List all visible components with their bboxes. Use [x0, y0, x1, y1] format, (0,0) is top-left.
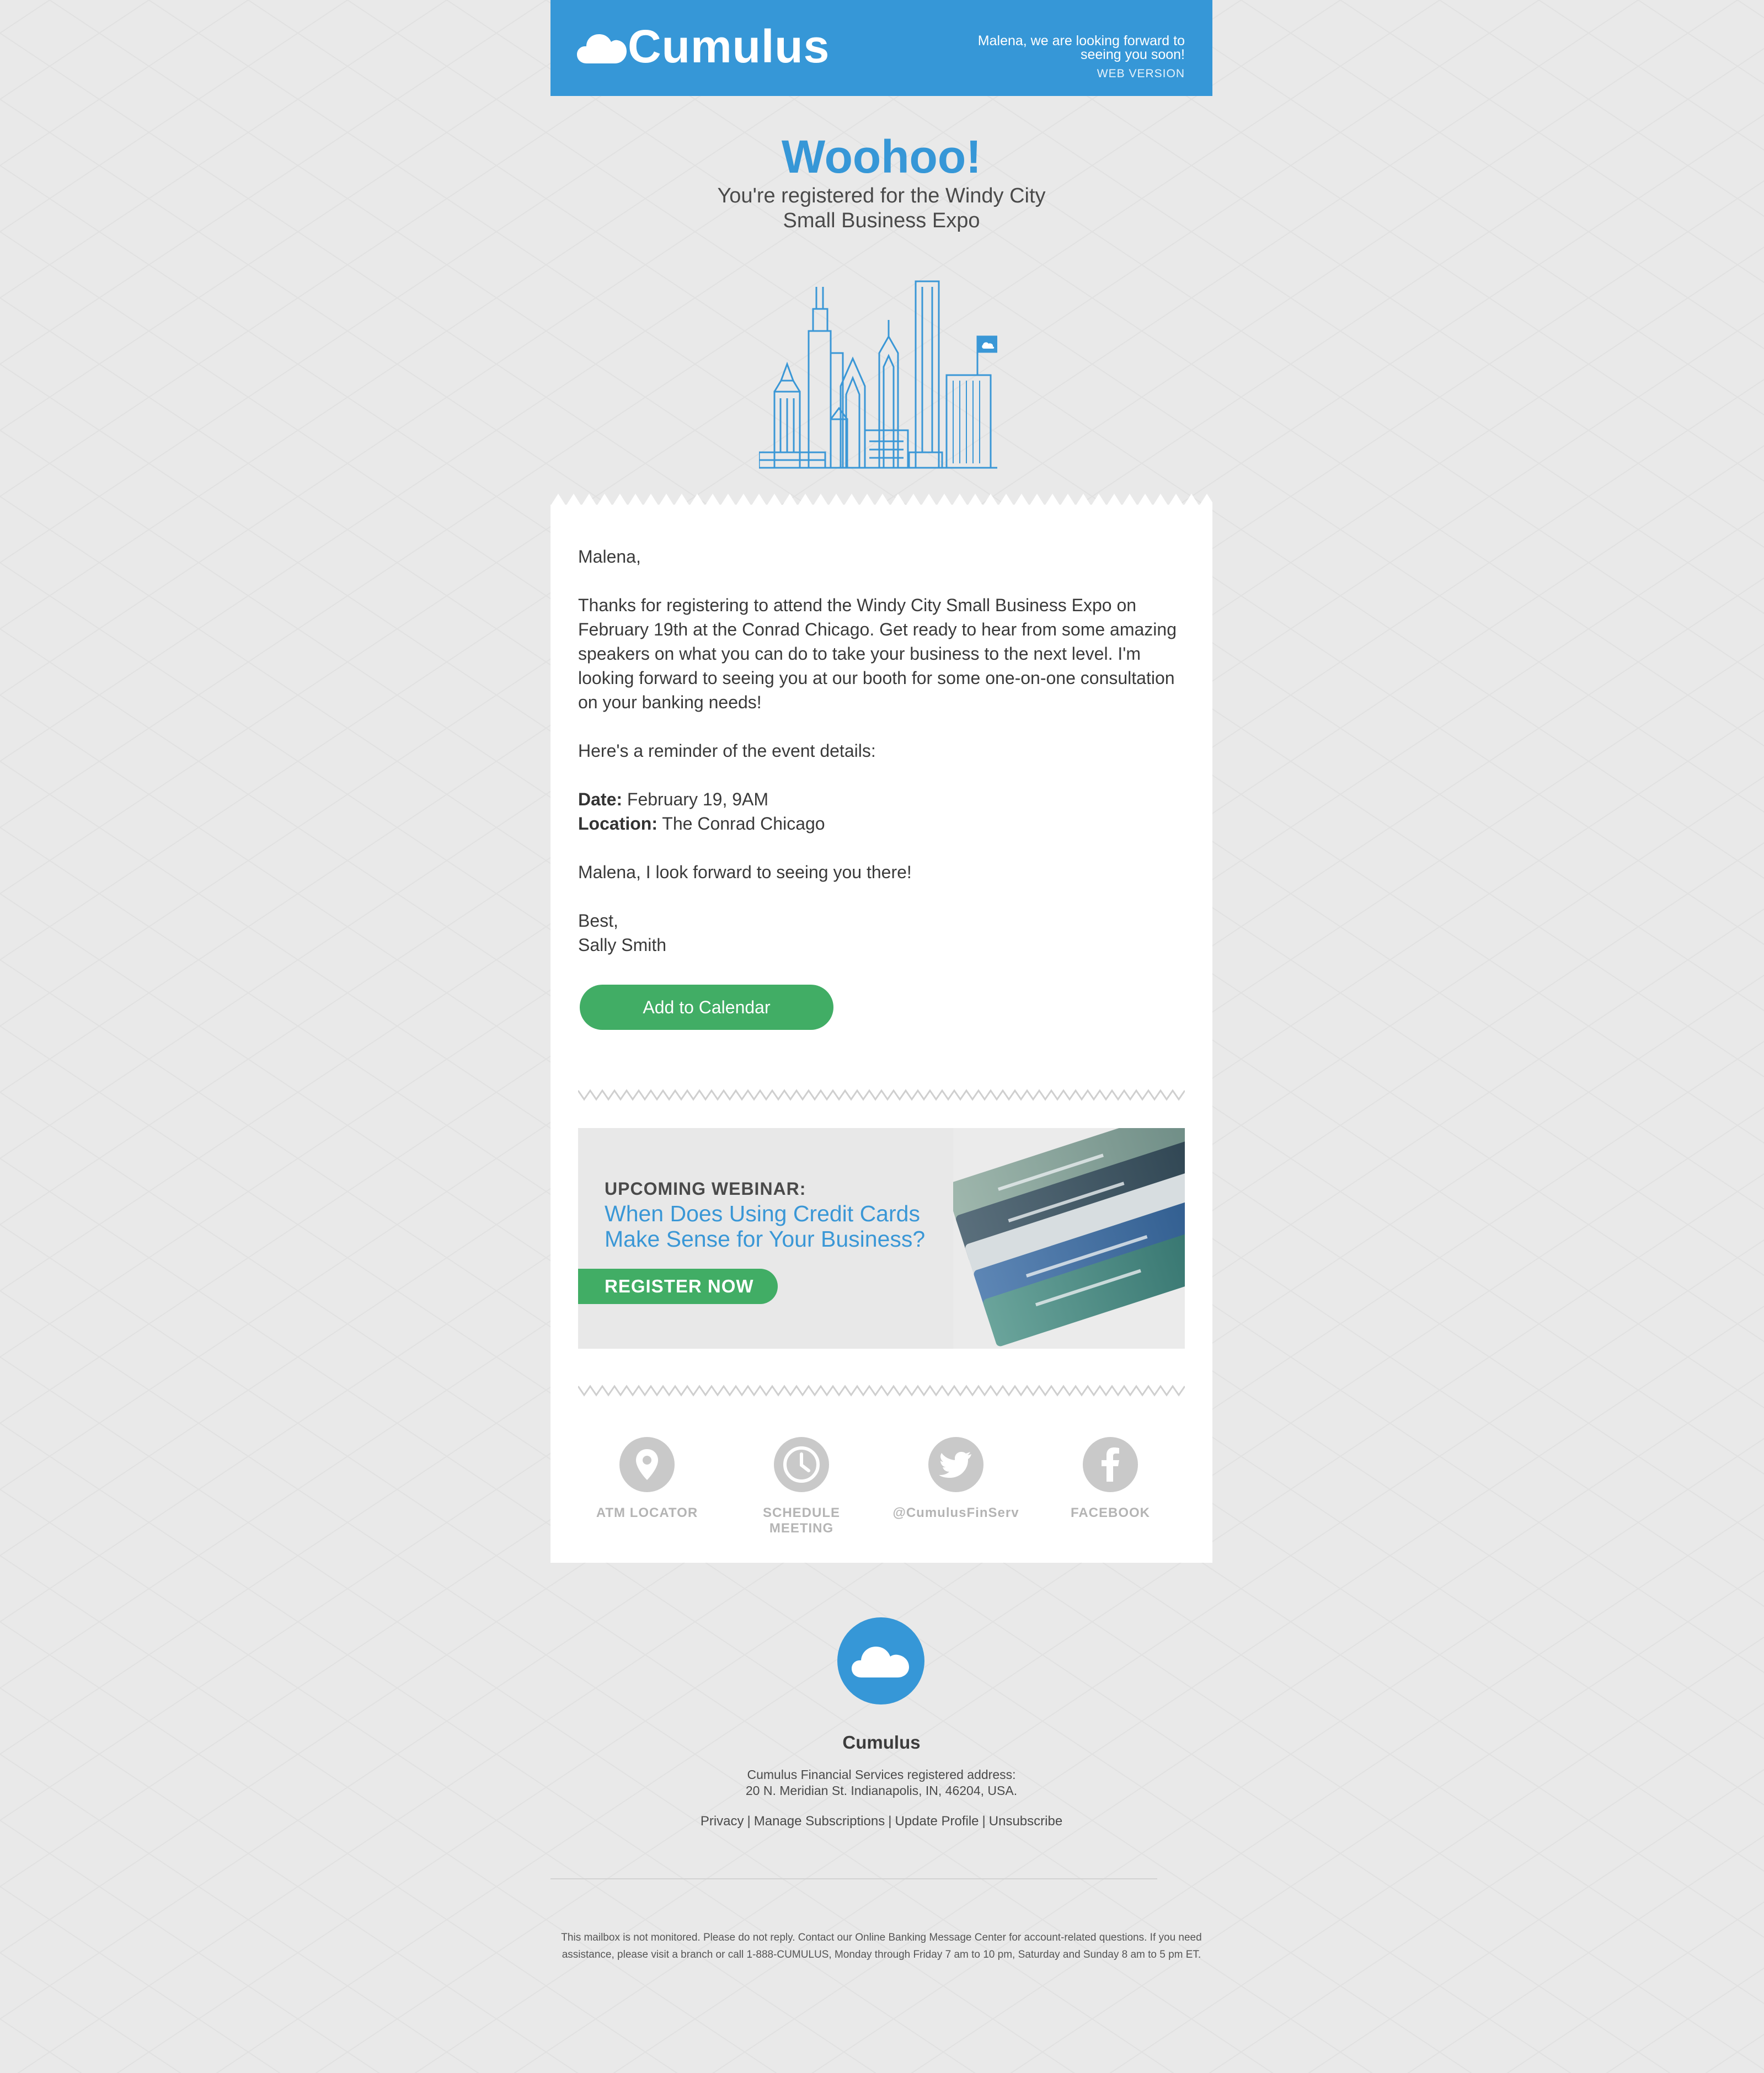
- city-skyline-icon: [759, 280, 997, 469]
- greeting: Malena,: [578, 547, 641, 567]
- facebook-link[interactable]: FACEBOOK: [1044, 1437, 1177, 1521]
- register-now-button[interactable]: REGISTER NOW: [578, 1269, 778, 1304]
- address-line-2: 20 N. Meridian St. Indianapolis, IN, 462…: [745, 1783, 1018, 1798]
- intro-paragraph: Thanks for registering to attend the Win…: [578, 595, 1177, 712]
- manage-subscriptions-link[interactable]: Manage Subscriptions: [754, 1814, 885, 1829]
- letter-body: Malena, Thanks for registering to attend…: [578, 544, 1185, 981]
- reminder-text: Here's a reminder of the event details:: [578, 741, 876, 761]
- event-details: Date: February 19, 9AM Location: The Con…: [578, 787, 1185, 836]
- footer-divider: [550, 1878, 1157, 1879]
- disclaimer-text: This mailbox is not monitored. Please do…: [561, 1932, 1202, 1960]
- unsubscribe-link[interactable]: Unsubscribe: [989, 1814, 1062, 1829]
- address-line-1: Cumulus Financial Services registered ad…: [747, 1767, 1016, 1782]
- schedule-meeting-link[interactable]: SCHEDULE MEETING: [735, 1437, 868, 1536]
- date-label: Date:: [578, 789, 623, 809]
- hero-subtitle: You're registered for the Windy City Sma…: [717, 184, 1046, 232]
- zigzag-edge: [550, 494, 1212, 506]
- link-separator: |: [747, 1814, 751, 1829]
- footer-links: Privacy | Manage Subscriptions | Update Prof…: [550, 1814, 1212, 1829]
- webinar-title: When Does Using Credit Cards Make Sense …: [605, 1201, 926, 1252]
- social-label: FACEBOOK: [1070, 1505, 1150, 1520]
- map-pin-icon: [619, 1437, 675, 1492]
- twitter-icon: [928, 1437, 983, 1492]
- social-label: @CumulusFinServ: [892, 1505, 1019, 1520]
- social-label: ATM LOCATOR: [596, 1505, 698, 1520]
- social-links: ATM LOCATOR SCHEDULE MEETING @CumulusFin…: [578, 1437, 1185, 1547]
- clock-icon: [774, 1437, 829, 1492]
- closing-line: Malena, I look forward to seeing you the…: [578, 862, 912, 882]
- hero-title: Woohoo!: [781, 131, 982, 183]
- privacy-link[interactable]: Privacy: [701, 1814, 744, 1829]
- brand-name: Cumulus: [628, 20, 830, 72]
- header-message-block: Malena, we are looking forward to seeing…: [975, 34, 1185, 81]
- zigzag-divider: [578, 1385, 1185, 1397]
- footer-address: Cumulus Financial Services registered ad…: [550, 1767, 1212, 1799]
- credit-cards-image: [953, 1128, 1185, 1349]
- link-separator: |: [982, 1814, 986, 1829]
- atm-locator-link[interactable]: ATM LOCATOR: [581, 1437, 713, 1521]
- letter-card: Malena, Thanks for registering to attend…: [550, 494, 1212, 1563]
- update-profile-link[interactable]: Update Profile: [895, 1814, 979, 1829]
- location-value: The Conrad Chicago: [662, 814, 825, 834]
- location-label: Location:: [578, 814, 658, 834]
- signature-block: Best, Sally Smith: [578, 909, 1185, 957]
- footer-logo[interactable]: [837, 1617, 924, 1705]
- facebook-icon: [1083, 1437, 1138, 1492]
- cloud-icon: [577, 34, 627, 63]
- link-separator: |: [888, 1814, 892, 1829]
- web-version-link[interactable]: WEB VERSION: [975, 67, 1185, 81]
- header-bar: Cumulus Malena, we are looking forward t…: [550, 0, 1212, 96]
- signature-name: Sally Smith: [578, 935, 667, 955]
- header-message: Malena, we are looking forward to seeing…: [977, 33, 1185, 62]
- brand-logo[interactable]: Cumulus: [577, 23, 830, 70]
- cloud-icon: [852, 1647, 909, 1677]
- webinar-banner[interactable]: UPCOMING WEBINAR: When Does Using Credit…: [578, 1128, 1185, 1349]
- signoff: Best,: [578, 911, 618, 931]
- social-label: SCHEDULE MEETING: [762, 1505, 840, 1536]
- twitter-link[interactable]: @CumulusFinServ: [890, 1437, 1022, 1521]
- footer-brand: Cumulus: [842, 1732, 921, 1753]
- date-value: February 19, 9AM: [627, 789, 769, 809]
- webinar-kicker: UPCOMING WEBINAR:: [605, 1179, 806, 1199]
- add-to-calendar-button[interactable]: Add to Calendar: [580, 985, 833, 1030]
- zigzag-divider: [578, 1089, 1185, 1101]
